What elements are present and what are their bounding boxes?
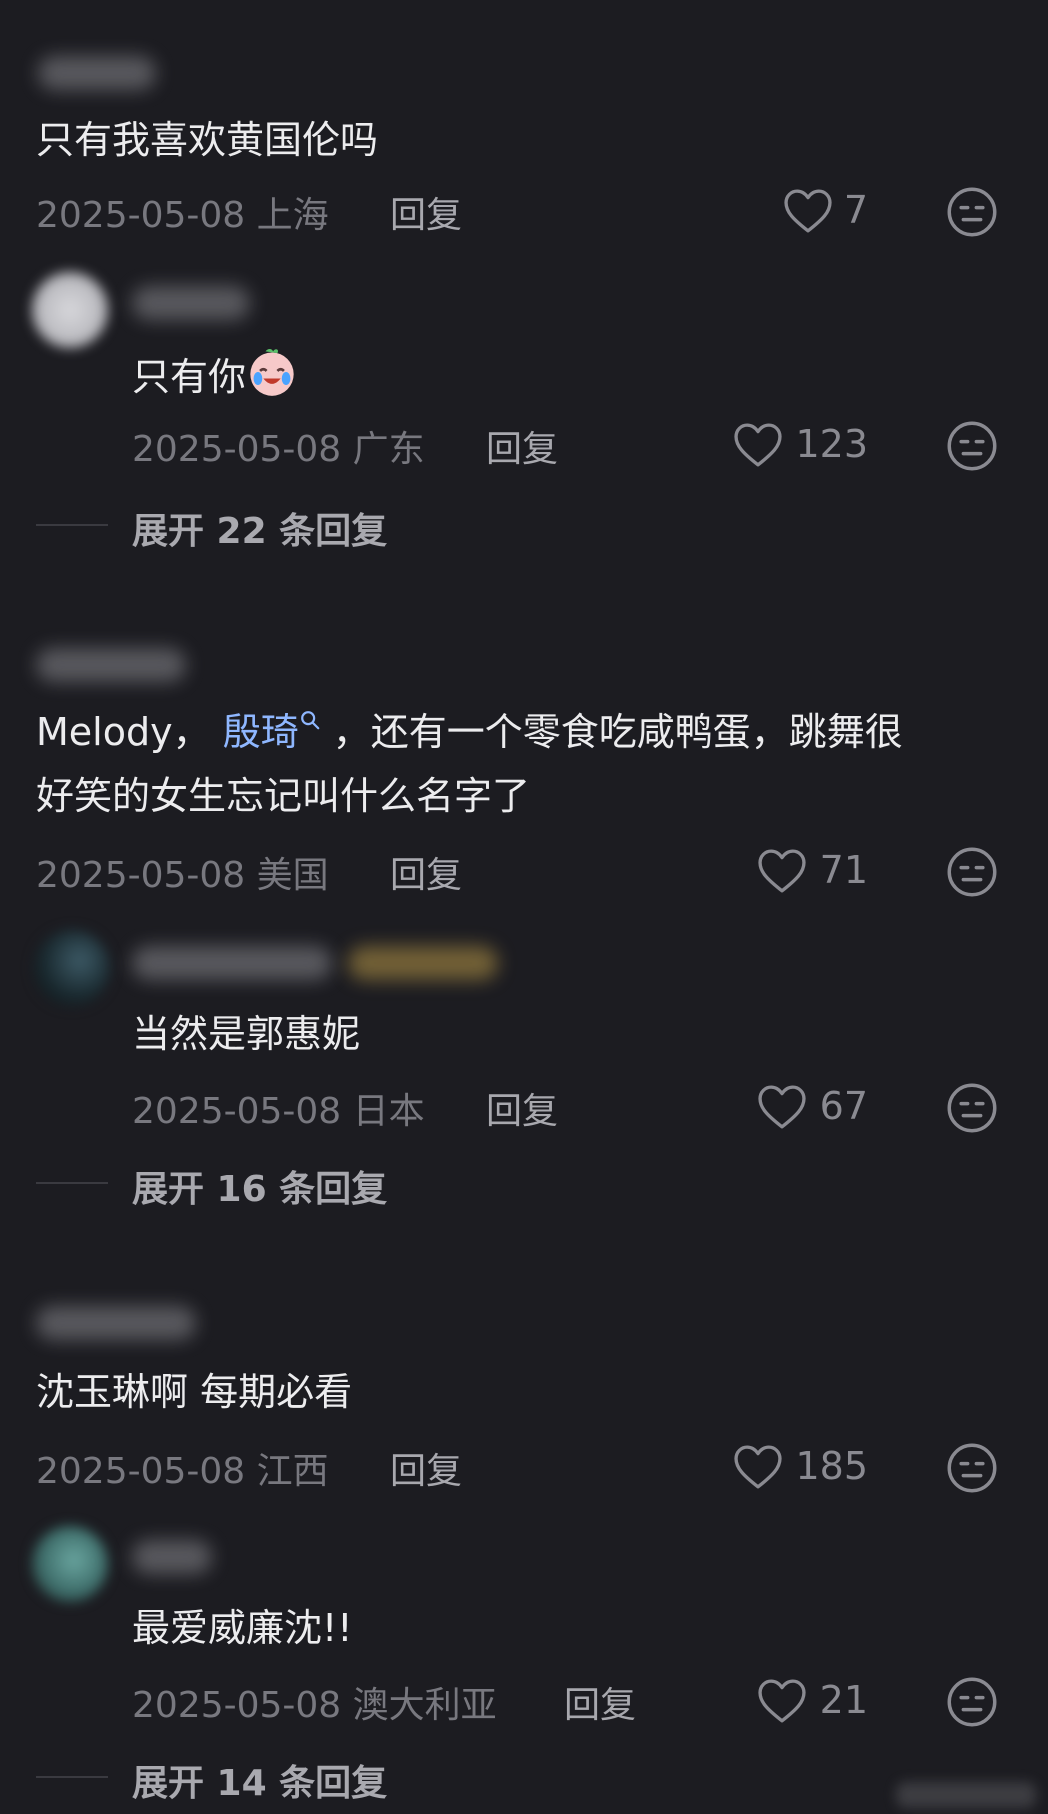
comment-date: 2025-05-08 <box>36 195 246 236</box>
comment-text: 当然是郭惠妮 <box>132 1012 361 1056</box>
neutral-face-icon[interactable] <box>946 1082 998 1134</box>
crying-laughing-face-emoji <box>250 348 294 396</box>
heart-outline-icon[interactable] <box>782 188 834 234</box>
reply-button[interactable]: 回复 <box>390 1442 462 1494</box>
heart-outline-icon[interactable] <box>756 1678 808 1724</box>
username-blurred[interactable] <box>132 946 332 980</box>
comment-date: 2025-05-08 <box>132 429 342 470</box>
avatar[interactable] <box>32 1526 108 1602</box>
neutral-face-icon[interactable] <box>946 1442 998 1494</box>
like-count: 21 <box>819 1678 868 1722</box>
like-count: 185 <box>795 1444 868 1488</box>
expand-replies-button[interactable]: 展开 14 条回复 <box>132 1754 387 1806</box>
reply-button[interactable]: 回复 <box>486 420 558 472</box>
expand-replies-button[interactable]: 展开 16 条回复 <box>132 1160 387 1212</box>
comment-text: 最爱威廉沈!! <box>132 1606 353 1650</box>
search-icon <box>300 711 320 730</box>
reply-button[interactable]: 回复 <box>486 1082 558 1134</box>
heart-outline-icon[interactable] <box>732 1444 784 1490</box>
expand-replies-button[interactable]: 展开 22 条回复 <box>132 502 387 554</box>
like-count: 7 <box>843 188 868 232</box>
divider <box>36 1776 108 1778</box>
comment-location: 广东 <box>352 429 425 470</box>
like-count: 71 <box>819 848 868 892</box>
comment-text: 只有你 <box>132 346 298 406</box>
comment-meta: 2025-05-08 澳大利亚 <box>132 1676 497 1728</box>
reply-button[interactable]: 回复 <box>390 186 462 238</box>
comment-location: 美国 <box>256 855 329 896</box>
comment-location: 上海 <box>256 195 329 236</box>
mention-link[interactable]: 殷琦 <box>223 710 299 754</box>
username-blurred[interactable] <box>36 1306 196 1340</box>
reply-button[interactable]: 回复 <box>564 1676 636 1728</box>
comment-date: 2025-05-08 <box>132 1685 342 1726</box>
comment-meta: 2025-05-08 江西 <box>36 1442 329 1494</box>
username-blurred[interactable] <box>36 648 186 682</box>
username-blurred[interactable] <box>132 286 250 320</box>
comment-text-line2: 好笑的女生忘记叫什么名字了 <box>36 774 531 818</box>
neutral-face-icon[interactable] <box>946 186 998 238</box>
like-count: 67 <box>819 1084 868 1128</box>
divider <box>36 524 108 526</box>
comment-date: 2025-05-08 <box>132 1091 342 1132</box>
comment-location: 江西 <box>256 1451 329 1492</box>
comment-text: 只有我喜欢黄国伦吗 <box>36 118 379 162</box>
user-badge-blurred <box>348 946 498 980</box>
comment-meta: 2025-05-08 上海 <box>36 186 329 238</box>
avatar[interactable] <box>34 930 110 1006</box>
neutral-face-icon[interactable] <box>946 420 998 472</box>
comment-meta: 2025-05-08 日本 <box>132 1082 425 1134</box>
heart-outline-icon[interactable] <box>756 1084 808 1130</box>
comment-meta: 2025-05-08 广东 <box>132 420 425 472</box>
comment-text: Melody， 殷琦 ，还有一个零食吃咸鸭蛋，跳舞很 <box>36 710 903 754</box>
username-blurred[interactable] <box>38 56 156 90</box>
watermark <box>896 1782 1036 1808</box>
comment-location: 澳大利亚 <box>352 1685 497 1726</box>
comment-meta: 2025-05-08 美国 <box>36 846 329 898</box>
reply-button[interactable]: 回复 <box>390 846 462 898</box>
divider <box>36 1182 108 1184</box>
comment-location: 日本 <box>352 1091 425 1132</box>
like-count: 123 <box>795 422 868 466</box>
comment-text: 沈玉琳啊 每期必看 <box>36 1370 353 1414</box>
neutral-face-icon[interactable] <box>946 846 998 898</box>
comment-date: 2025-05-08 <box>36 855 246 896</box>
heart-outline-icon[interactable] <box>732 422 784 468</box>
username-blurred[interactable] <box>132 1540 212 1574</box>
comment-date: 2025-05-08 <box>36 1451 246 1492</box>
heart-outline-icon[interactable] <box>756 848 808 894</box>
neutral-face-icon[interactable] <box>946 1676 998 1728</box>
avatar[interactable] <box>32 272 108 348</box>
